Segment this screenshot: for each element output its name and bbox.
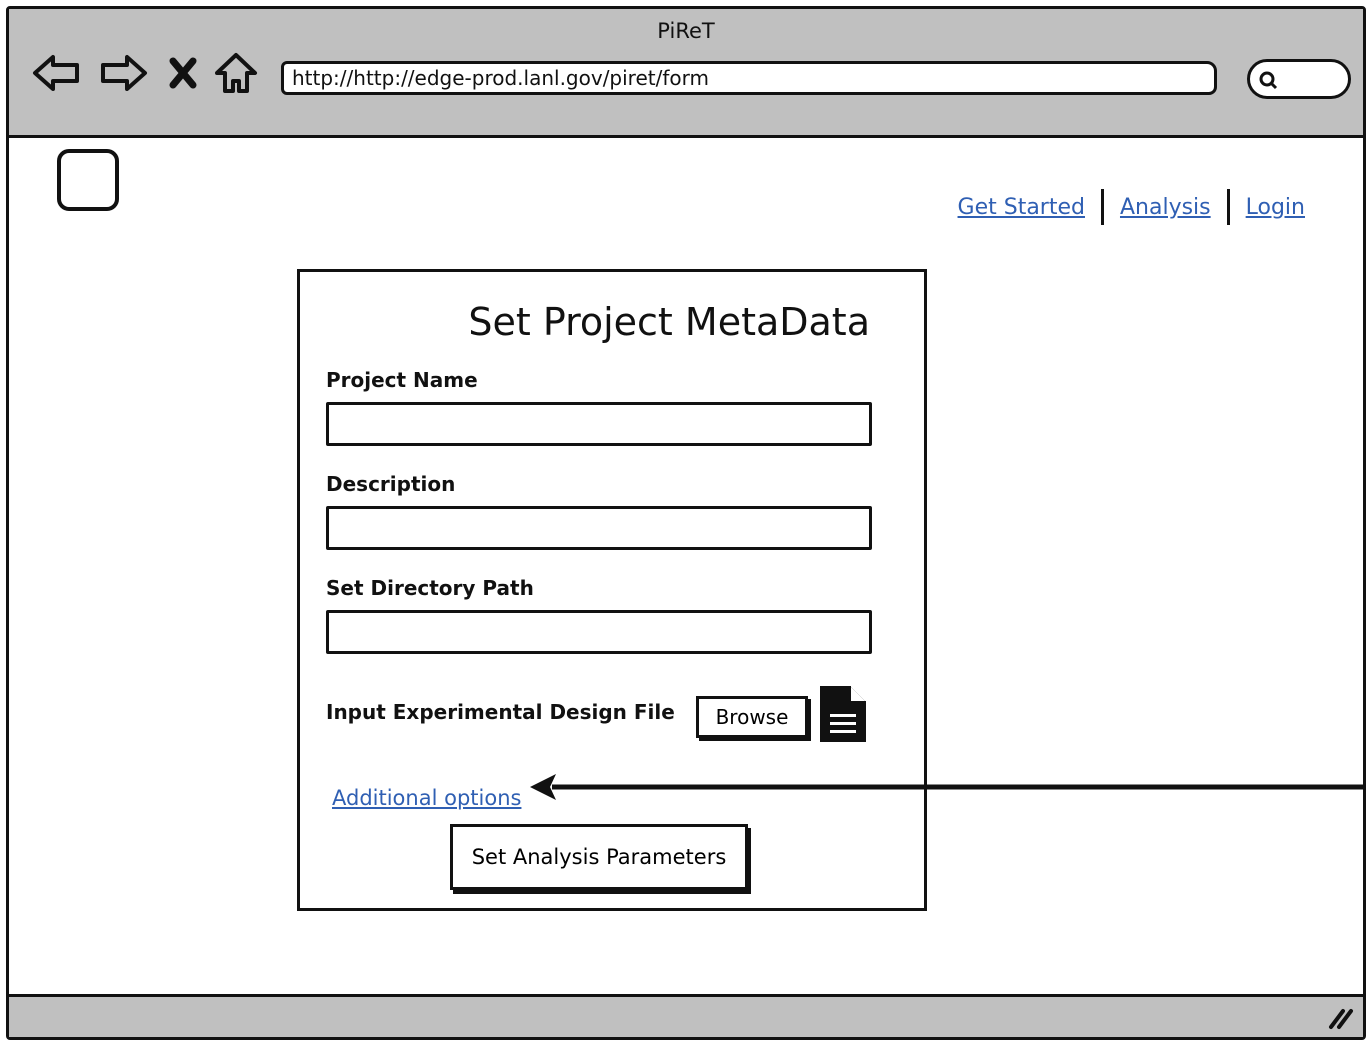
project-metadata-form: Set Project MetaData Project Name Descri… <box>297 269 927 911</box>
close-icon[interactable] <box>163 49 203 97</box>
browser-window: PiReT http://http://edge-prod.lanl.gov/p… <box>6 6 1366 1040</box>
site-logo <box>57 149 119 211</box>
window-title: PiReT <box>657 19 715 43</box>
description-label: Description <box>326 472 456 496</box>
nav-link-login[interactable]: Login <box>1246 195 1305 220</box>
nav-link-analysis[interactable]: Analysis <box>1120 195 1211 220</box>
form-title: Set Project MetaData <box>468 300 870 344</box>
directory-path-input[interactable] <box>326 610 872 654</box>
nav-divider <box>1100 189 1104 225</box>
resize-grip-icon[interactable] <box>1325 1005 1355 1031</box>
url-bar[interactable]: http://http://edge-prod.lanl.gov/piret/f… <box>281 61 1217 95</box>
browse-button[interactable]: Browse <box>696 696 808 738</box>
search-icon <box>1258 70 1278 90</box>
annotation-arrow <box>530 774 1366 800</box>
status-bar <box>9 994 1363 1037</box>
search-input[interactable] <box>1247 59 1351 99</box>
description-input[interactable] <box>326 506 872 550</box>
nav-link-get-started[interactable]: Get Started <box>958 195 1085 220</box>
browser-toolbar: PiReT http://http://edge-prod.lanl.gov/p… <box>9 9 1363 138</box>
document-icon <box>818 684 868 744</box>
home-icon[interactable] <box>213 49 259 97</box>
back-arrow-icon[interactable] <box>31 49 83 97</box>
project-name-input[interactable] <box>326 402 872 446</box>
forward-arrow-icon[interactable] <box>97 49 149 97</box>
top-navigation: Get Started Analysis Login <box>958 189 1305 225</box>
nav-divider <box>1226 189 1230 225</box>
additional-options-link[interactable]: Additional options <box>332 786 521 810</box>
design-file-label: Input Experimental Design File <box>326 700 675 724</box>
set-analysis-parameters-button[interactable]: Set Analysis Parameters <box>450 824 748 890</box>
project-name-label: Project Name <box>326 368 478 392</box>
directory-path-label: Set Directory Path <box>326 576 534 600</box>
